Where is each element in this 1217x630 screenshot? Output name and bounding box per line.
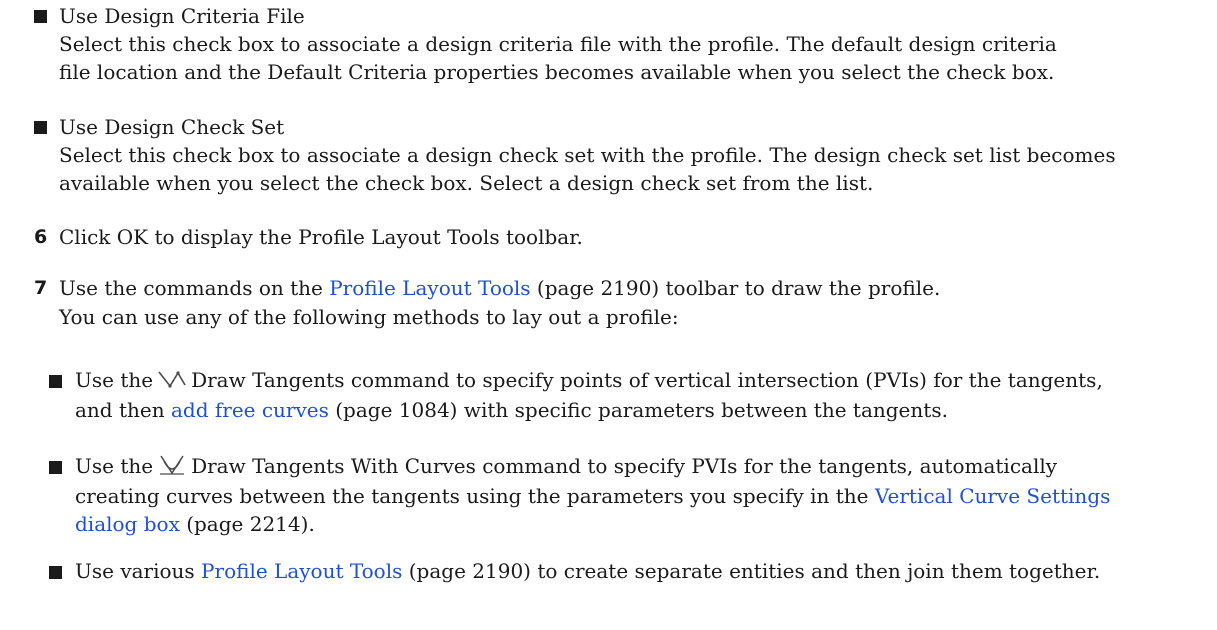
method-text: Draw Tangents command to specify points … — [191, 368, 1103, 392]
method-pre: Use various — [75, 559, 202, 583]
step-number: 6 — [34, 226, 48, 248]
bullet-icon — [34, 121, 47, 134]
method-text: creating curves between the tangents usi… — [75, 484, 875, 508]
profile-layout-tools-link[interactable]: Profile Layout Tools — [329, 276, 530, 300]
page-reference: (page 2190) — [530, 276, 660, 300]
page-reference: (page 2190) — [402, 559, 531, 583]
method-line: dialog box (page 2214). — [75, 508, 315, 540]
method-text: to create separate entities and then joi… — [530, 559, 1101, 583]
vertical-curve-settings-link[interactable]: dialog box — [75, 512, 180, 536]
step-number: 7 — [34, 277, 48, 299]
add-free-curves-link[interactable]: add free curves — [171, 398, 329, 422]
step-text: Click OK to display the Profile Layout T… — [59, 225, 583, 249]
step-text-pre: Use the commands on the — [59, 276, 330, 300]
page-reference: (page 1084) — [328, 398, 458, 422]
method-pre: Use the — [75, 454, 154, 478]
draw-tangents-icon — [158, 371, 186, 388]
bullet-icon — [49, 566, 62, 579]
method-text: Draw Tangents With Curves command to spe… — [191, 454, 1058, 478]
method-text: . — [308, 512, 315, 536]
document-page: { "options": [ { "title": "Use Design Cr… — [0, 0, 1217, 630]
step-text: Use the commands on the Profile Layout T… — [59, 272, 940, 304]
method-text: with specific parameters between the tan… — [457, 398, 948, 422]
page-reference: (page 2214) — [179, 512, 309, 536]
method-line: Use various Profile Layout Tools (page 2… — [75, 555, 1100, 587]
bullet-icon — [34, 10, 47, 23]
option-description-line: available when you select the check box.… — [59, 171, 874, 195]
bullet-icon — [49, 375, 62, 388]
method-line: and then add free curves (page 1084) wit… — [75, 394, 948, 426]
vertical-curve-settings-link[interactable]: Vertical Curve Settings — [875, 484, 1111, 508]
step-text-post: toolbar to draw the profile. — [659, 276, 941, 300]
method-line: Use the Draw Tangents command to specify … — [75, 364, 1103, 396]
step-subtext: You can use any of the following methods… — [59, 305, 679, 329]
bullet-icon — [49, 461, 62, 474]
method-text: and then — [75, 398, 171, 422]
method-pre: Use the — [75, 368, 154, 392]
draw-tangents-with-curves-icon — [160, 455, 185, 475]
method-line: Use the Draw Tangents With Curves command… — [75, 450, 1057, 482]
profile-layout-tools-link[interactable]: Profile Layout Tools — [201, 559, 402, 583]
option-description-line: file location and the Default Criteria p… — [59, 60, 1055, 84]
